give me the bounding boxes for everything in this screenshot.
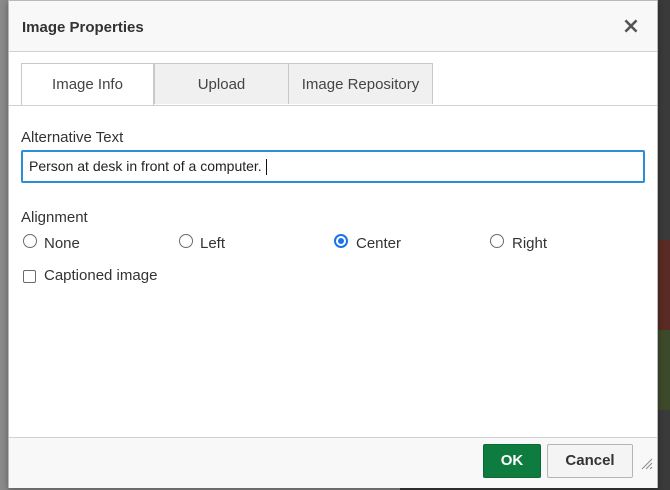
radio-label-right: Right bbox=[512, 235, 548, 252]
resize-grip-icon[interactable] bbox=[639, 456, 653, 470]
captioned-image-label: Captioned image bbox=[44, 267, 158, 284]
radio-align-none[interactable] bbox=[23, 234, 37, 248]
dialog-header: Image Properties × bbox=[9, 1, 657, 52]
radio-label-left: Left bbox=[200, 235, 226, 252]
dialog-footer: OK Cancel bbox=[9, 437, 657, 488]
radio-label-center: Center bbox=[356, 235, 402, 252]
alignment-label: Alignment bbox=[21, 209, 88, 226]
cancel-button[interactable]: Cancel bbox=[547, 444, 633, 478]
text-caret bbox=[265, 159, 267, 176]
radio-label-none: None bbox=[44, 235, 80, 252]
ok-button[interactable]: OK bbox=[483, 444, 541, 478]
tab-image-info[interactable]: Image Info bbox=[21, 63, 154, 106]
alt-text-input[interactable]: Person at desk in front of a computer. bbox=[21, 150, 645, 183]
close-icon[interactable]: × bbox=[620, 16, 642, 39]
alt-text-value: Person at desk in front of a computer. bbox=[29, 158, 262, 174]
tab-divider bbox=[9, 105, 657, 106]
captioned-image-checkbox[interactable] bbox=[23, 270, 36, 283]
image-properties-dialog: Image Properties × Image Info Upload Ima… bbox=[8, 0, 658, 488]
alt-text-label: Alternative Text bbox=[21, 129, 124, 146]
radio-align-right[interactable] bbox=[490, 234, 504, 248]
radio-align-center[interactable] bbox=[334, 234, 348, 248]
dialog-title: Image Properties bbox=[22, 19, 144, 36]
tab-image-repository[interactable]: Image Repository bbox=[288, 63, 433, 104]
tab-upload[interactable]: Upload bbox=[154, 63, 289, 104]
radio-align-left[interactable] bbox=[179, 234, 193, 248]
